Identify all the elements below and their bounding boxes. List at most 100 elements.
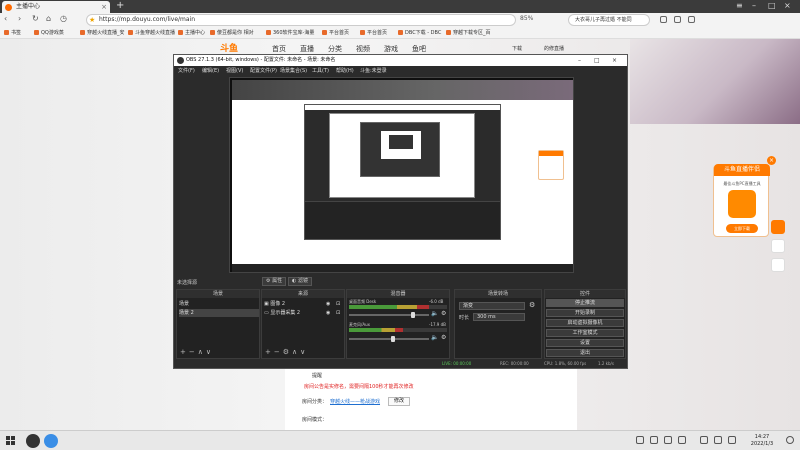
bookmark-item[interactable]: 傻豆都是你 相对 [210, 29, 254, 36]
source-item[interactable]: ▣ 图像 2 ◉ ⊡ [264, 300, 344, 308]
side-upload-icon[interactable] [771, 239, 785, 253]
nav-game[interactable]: 游戏 [384, 44, 398, 54]
browser-tab[interactable]: 主播中心 × [2, 1, 110, 13]
scene-dock-actions[interactable]: +−∧∨ [180, 348, 214, 356]
studio-mode-button[interactable]: 工作室模式 [546, 329, 624, 337]
bookmark-item[interactable]: 主播中心 [178, 29, 205, 36]
zoom-level[interactable]: 85% [520, 15, 533, 22]
obs-maximize-icon[interactable]: □ [594, 55, 600, 66]
obs-preview[interactable] [229, 77, 574, 273]
mixer-volume-slider[interactable] [349, 314, 429, 316]
douyu-logo[interactable]: 斗鱼 [220, 41, 238, 54]
gear-icon[interactable]: ⚙ [441, 334, 446, 341]
start-virtual-camera-button[interactable]: 启动虚拟摄像机 [546, 319, 624, 327]
download-link[interactable]: 下载 [512, 45, 522, 52]
bookmark-star-icon[interactable]: ★ [89, 15, 95, 25]
scene-item[interactable]: 场景 [179, 300, 259, 308]
ime-icon[interactable] [728, 436, 736, 444]
user-link[interactable]: 的修直播 [544, 45, 564, 52]
visibility-eye-icon[interactable]: ◉ [326, 300, 330, 308]
windows-start-icon[interactable] [6, 436, 15, 445]
browser-taskbar-icon[interactable] [44, 434, 58, 448]
close-window-icon[interactable]: × [784, 0, 791, 12]
menu-help[interactable]: 帮助(H) [336, 67, 354, 74]
new-tab-button[interactable]: + [116, 0, 124, 12]
taskbar-clock[interactable]: 14:27 2022/1/3 [745, 434, 779, 448]
volume-icon[interactable] [714, 436, 722, 444]
lock-icon[interactable]: ⊡ [336, 300, 340, 308]
transition-duration-input[interactable]: 300 ms [473, 313, 525, 321]
tray-app-icon[interactable] [678, 436, 686, 444]
visibility-eye-icon[interactable]: ◉ [326, 309, 330, 317]
nav-video[interactable]: 视频 [356, 44, 370, 54]
ad-close-icon[interactable]: × [767, 156, 776, 165]
side-action-icon[interactable] [771, 220, 785, 234]
bookmark-item[interactable]: DBC下载 - DBC [398, 29, 441, 36]
nav-live[interactable]: 直播 [300, 44, 314, 54]
bookmark-item[interactable]: 360软件宝库-海量 [266, 29, 314, 36]
mixer-volume-knob[interactable] [411, 312, 416, 318]
nav-fishbar[interactable]: 鱼吧 [412, 44, 426, 54]
start-recording-button[interactable]: 开始录制 [546, 309, 624, 317]
tab-properties[interactable]: ⚙ 属性 [262, 277, 287, 286]
modify-button[interactable]: 修改 [388, 397, 410, 406]
forward-icon[interactable]: › [18, 14, 21, 23]
home-icon[interactable]: ⌂ [46, 14, 51, 23]
tray-app-icon[interactable] [650, 436, 658, 444]
menu-view[interactable]: 视图(V) [226, 67, 243, 74]
minimize-icon[interactable]: – [752, 0, 756, 12]
lock-icon[interactable]: ⊡ [336, 309, 340, 317]
gear-icon[interactable]: ⚙ [441, 310, 446, 317]
ad-download-button[interactable]: 立即下载 [726, 224, 758, 233]
companion-ad[interactable]: 斗鱼直播伴侣 最佳斗鱼PC直播工具 立即下载 [713, 164, 770, 237]
menu-file[interactable]: 文件(F) [178, 67, 195, 74]
bookmark-item[interactable]: 平台首页 [360, 29, 387, 36]
side-top-icon[interactable] [771, 258, 785, 272]
menu-edit[interactable]: 编辑(E) [202, 67, 219, 74]
stop-streaming-button[interactable]: 停止推流 [546, 299, 624, 307]
tab-filters[interactable]: ◐ 滤镜 [288, 277, 312, 286]
download-icon[interactable] [674, 16, 681, 23]
speaker-icon[interactable]: 🔈 [431, 334, 438, 341]
bookmark-item[interactable]: 书签 [4, 29, 21, 36]
mixer-volume-knob[interactable] [390, 336, 395, 342]
obs-taskbar-icon[interactable] [26, 434, 40, 448]
bookmark-item[interactable]: 穿越火线直播_安 [80, 29, 125, 36]
source-dock-actions[interactable]: +−⚙∧∨ [265, 348, 308, 356]
network-icon[interactable] [700, 436, 708, 444]
notification-icon[interactable] [786, 436, 794, 444]
speaker-icon[interactable]: 🔈 [431, 310, 438, 317]
exit-button[interactable]: 退出 [546, 349, 624, 357]
nav-home[interactable]: 首页 [272, 44, 286, 54]
reload-icon[interactable]: ↻ [32, 14, 39, 23]
source-item[interactable]: ▭ 显示器采集 2 ◉ ⊡ [264, 309, 344, 317]
menu-icon[interactable]: ≡ [736, 0, 743, 12]
nav-category[interactable]: 分类 [328, 44, 342, 54]
obs-close-icon[interactable]: × [612, 55, 617, 66]
user-icon[interactable] [688, 16, 695, 23]
maximize-icon[interactable]: □ [768, 0, 776, 12]
menu-profile[interactable]: 配置文件(P) [250, 67, 277, 74]
menu-scene-collection[interactable]: 场景集合(S) [280, 67, 307, 74]
close-tab-icon[interactable]: × [101, 1, 107, 13]
history-icon[interactable]: ◷ [60, 14, 67, 23]
menu-tools[interactable]: 工具(T) [312, 67, 329, 74]
bookmark-item[interactable]: QQ游戏蒸 [34, 29, 64, 36]
bookmark-item[interactable]: 斗鱼穿越火线直播 [128, 29, 175, 36]
obs-minimize-icon[interactable]: – [578, 55, 581, 66]
url-input[interactable]: ★ https://mp.douyu.com/live/main [86, 14, 516, 26]
tray-app-icon[interactable] [664, 436, 672, 444]
extension-icon[interactable] [660, 16, 667, 23]
transition-type-select[interactable]: 渐变 [459, 302, 525, 310]
news-search-box[interactable]: 大衣哥儿子再过婚 不能同 [568, 14, 650, 26]
back-icon[interactable]: ‹ [4, 14, 7, 23]
transition-settings-gear-icon[interactable]: ⚙ [529, 301, 535, 309]
bookmark-item[interactable]: 平台首页 [322, 29, 349, 36]
settings-button[interactable]: 设置 [546, 339, 624, 347]
mixer-volume-slider[interactable] [349, 338, 429, 340]
scene-item[interactable]: 场景 2 [179, 309, 259, 317]
bookmark-item[interactable]: 穿越下载专区_百 [446, 29, 491, 36]
tray-app-icon[interactable] [636, 436, 644, 444]
menu-douyu-login[interactable]: 斗鱼:未登录 [360, 67, 387, 74]
room-category-link[interactable]: 穿越火线——枪战游戏 [330, 398, 380, 405]
